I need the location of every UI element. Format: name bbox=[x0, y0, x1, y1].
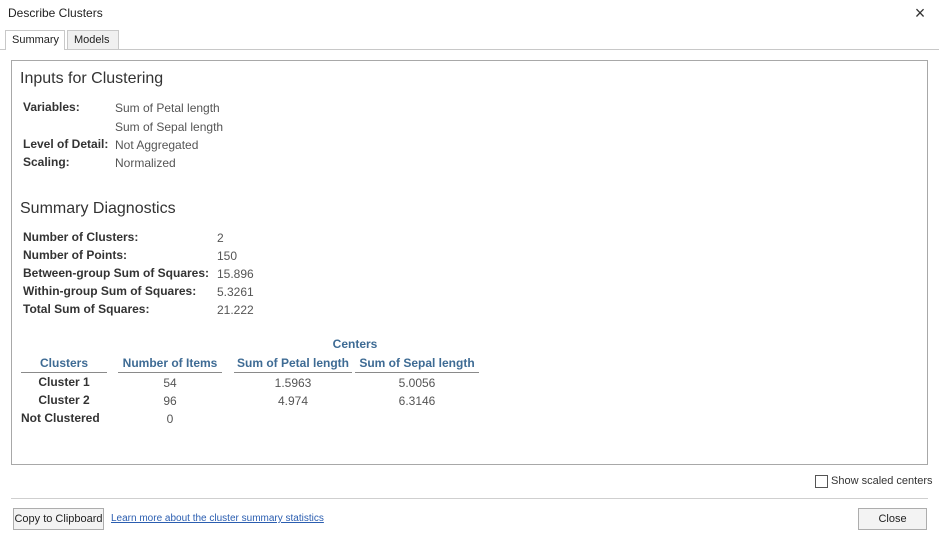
cluster-name: Not Clustered bbox=[21, 411, 100, 425]
cluster-name: Cluster 1 bbox=[38, 375, 90, 389]
header-underline bbox=[234, 372, 352, 373]
variable-value: Sum of Sepal length bbox=[115, 120, 224, 134]
header-underline bbox=[118, 372, 222, 373]
diagnostic-value: 150 bbox=[217, 249, 238, 263]
level-of-detail-value: Not Aggregated bbox=[115, 138, 199, 152]
scaling-value: Normalized bbox=[115, 156, 176, 170]
describe-clusters-dialog: Describe Clusters × Summary Models Input… bbox=[0, 0, 939, 537]
level-of-detail-label: Level of Detail: bbox=[23, 137, 109, 151]
column-header-petal-center: Sum of Petal length bbox=[236, 356, 349, 370]
column-header-clusters: Clusters bbox=[39, 356, 89, 370]
checkbox-icon[interactable] bbox=[815, 475, 828, 488]
diagnostic-value: 21.222 bbox=[217, 303, 254, 317]
centers-group-header: Centers bbox=[332, 337, 378, 351]
header-underline bbox=[355, 372, 479, 373]
summary-panel: Inputs for Clustering Variables: Sum of … bbox=[11, 60, 928, 465]
tab-models[interactable]: Models bbox=[67, 30, 119, 50]
scaling-label: Scaling: bbox=[23, 155, 70, 169]
tab-summary[interactable]: Summary bbox=[5, 30, 65, 50]
close-icon[interactable]: × bbox=[909, 2, 931, 24]
show-scaled-centers-label[interactable]: Show scaled centers bbox=[831, 475, 933, 487]
column-header-sepal-center: Sum of Sepal length bbox=[359, 356, 475, 370]
cluster-name: Cluster 2 bbox=[38, 393, 90, 407]
title-bar: Describe Clusters × bbox=[0, 0, 939, 28]
diagnostic-value: 2 bbox=[217, 231, 224, 245]
cluster-petal-center: 1.5963 bbox=[274, 376, 312, 390]
variables-label: Variables: bbox=[23, 100, 80, 114]
diagnostic-label: Number of Clusters: bbox=[23, 230, 139, 244]
copy-to-clipboard-button[interactable]: Copy to Clipboard bbox=[13, 508, 104, 530]
cluster-sepal-center: 5.0056 bbox=[398, 376, 436, 390]
diagnostic-label: Number of Points: bbox=[23, 248, 127, 262]
diagnostic-value: 5.3261 bbox=[217, 285, 254, 299]
diagnostic-value: 15.896 bbox=[217, 267, 254, 281]
column-header-number-of-items: Number of Items bbox=[122, 356, 218, 370]
close-button[interactable]: Close bbox=[858, 508, 927, 530]
learn-more-link[interactable]: Learn more about the cluster summary sta… bbox=[111, 513, 324, 524]
diagnostic-label: Total Sum of Squares: bbox=[23, 302, 150, 316]
diagnostics-heading: Summary Diagnostics bbox=[20, 200, 176, 217]
header-underline bbox=[21, 372, 107, 373]
cluster-petal-center: 4.974 bbox=[277, 394, 309, 408]
cluster-items: 0 bbox=[166, 412, 174, 426]
cluster-items: 54 bbox=[163, 376, 177, 390]
footer-divider bbox=[11, 498, 928, 499]
cluster-sepal-center: 6.3146 bbox=[398, 394, 436, 408]
diagnostic-label: Between-group Sum of Squares: bbox=[23, 266, 210, 280]
dialog-title: Describe Clusters bbox=[8, 6, 103, 20]
cluster-items: 96 bbox=[163, 394, 177, 408]
variable-value: Sum of Petal length bbox=[115, 101, 220, 115]
tab-divider bbox=[0, 49, 939, 50]
diagnostic-label: Within-group Sum of Squares: bbox=[23, 284, 197, 298]
inputs-heading: Inputs for Clustering bbox=[20, 70, 164, 87]
